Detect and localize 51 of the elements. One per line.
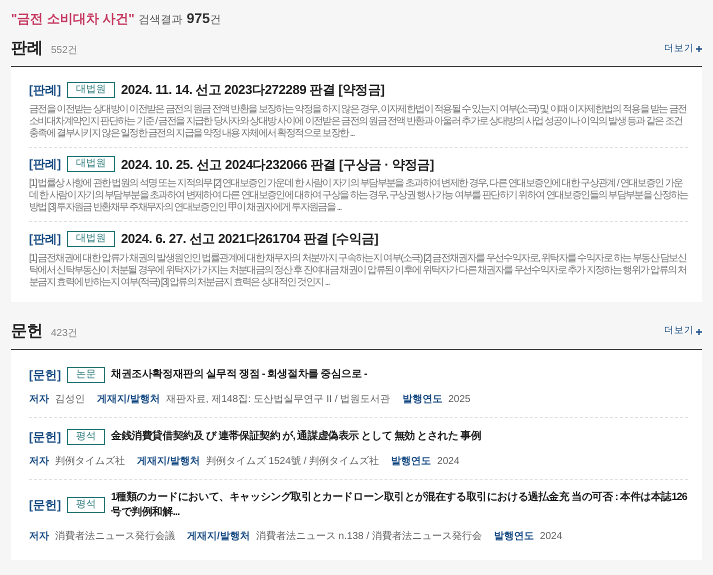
meta-label: 발행연도 bbox=[391, 454, 432, 468]
plus-icon bbox=[696, 46, 702, 52]
meta-value: 判例タイムズ社 bbox=[55, 454, 125, 468]
meta-label: 발행연도 bbox=[494, 530, 534, 544]
search-query: "금전 소비대차 사건" bbox=[11, 10, 135, 28]
result-title[interactable]: 채권조사확정재판의 실무적 쟁점 - 회생절차를 중심으로 - bbox=[111, 366, 367, 382]
category-tag: [문헌] bbox=[29, 496, 61, 514]
result-title[interactable]: 金銭消費貸借契約及 び 連帯保証契約 が, 通謀虚偽表示 として 無効 とされた 事例 bbox=[111, 428, 482, 444]
category-tag: [판례] bbox=[29, 80, 61, 99]
category-tag: [판례] bbox=[29, 155, 61, 174]
category-tag: [문헌] bbox=[29, 428, 61, 446]
category-tag: [판례] bbox=[29, 230, 61, 248]
court-badge: 논문 bbox=[67, 366, 105, 382]
meta-value: 재판자료, 제148집: 도산법실무연구 II / 법원도서관 bbox=[166, 392, 390, 406]
meta-label: 게재지/발행처 bbox=[137, 454, 200, 468]
category-tag: [문헌] bbox=[29, 366, 61, 384]
court-badge: 대법원 bbox=[67, 156, 115, 172]
meta-label: 게재지/발행처 bbox=[97, 392, 160, 406]
meta-value: 消費者法ニュース n.138 / 消費者法ニュース発行会 bbox=[256, 530, 482, 544]
result-snippet: 금전을 이전받는 상대방이 이전받은 금전의 원금 전액 반환을 보장하는 약정을 하지 않은 경우, 이자제한법이 적용될 수 있는지 여부(소극) 및 이때 이자제한법의 적용을 받는 금전소비대차계약인지 판단하는 기준 / 금전을 지급한 당사자와 상대방 사이에 이전받은 금전의 원금 전액 반환과 아울러 추가로 상대방의 사업 성공이나 이익의 발생 등과 같은 조건충족에 결부시키지 않은 일정한 금전의 지급을 약정 내용 자체에서 확정적으로 보장한 ... bbox=[29, 104, 688, 140]
result-title[interactable]: 1種類のカードにおいて、キャッシング取引とカードローン取引とが混在する取引における過払金充 当の可否 : 本件は本誌126号で判例和解... bbox=[111, 490, 688, 521]
result-snippet: [1] 금전채권에 대한 압류가 채권의 발생원인인 법률관계에 대한 채무자의 처분까지 구속하는지 여부(소극) [2] 금전채권자를 우선수익자로, 위탁자를 수익자로 하는 부동산 담보신탁에서 신탁부동산이 처분될 경우에 위탁자가 가지는 처분대금의 정산 후 잔여대금 채권이 압류된 이후에 위탁자가 다른 채권자를 우선수익자로 추가 지정하는 행위가 압류의 처분금지 효력에 반하는지 여부(적극) [3] 압류의 처분금지 효력은 상대적인 것인지 ... bbox=[29, 252, 688, 288]
meta-label: 저자 bbox=[29, 392, 49, 406]
result-title[interactable]: 2024. 10. 25. 선고 2024다232066 판결 [구상금 · 약정금] bbox=[121, 154, 434, 174]
result-title[interactable]: 2024. 11. 14. 선고 2023다272289 판결 [약정금] bbox=[121, 80, 384, 100]
result-title[interactable]: 2024. 6. 27. 선고 2021다261704 판결 [수익금] bbox=[121, 229, 378, 248]
more-link[interactable]: 더보기 bbox=[664, 42, 702, 56]
court-badge: 평석 bbox=[67, 428, 105, 444]
meta-label: 발행연도 bbox=[402, 392, 442, 406]
section-count: 423건 bbox=[51, 326, 78, 340]
result-count: 975 bbox=[186, 9, 210, 28]
court-badge: 대법원 bbox=[67, 230, 115, 247]
meta-value: 2025 bbox=[448, 392, 470, 406]
meta-label: 저자 bbox=[29, 530, 49, 544]
meta-label: 저자 bbox=[29, 454, 49, 468]
plus-icon bbox=[696, 328, 702, 334]
meta-value: 김성인 bbox=[55, 392, 85, 406]
meta-value: 2024 bbox=[540, 530, 562, 544]
result-label: 검색결과 bbox=[138, 13, 183, 28]
meta-label: 게재지/발행처 bbox=[187, 530, 250, 544]
section-title: 판례 bbox=[11, 39, 43, 59]
meta-value: 判例タイムズ 1524號 / 判例タイムズ社 bbox=[206, 454, 380, 468]
court-badge: 평석 bbox=[67, 497, 105, 514]
section-title: 문헌 bbox=[11, 322, 43, 342]
meta-value: 2024 bbox=[437, 454, 460, 468]
count-unit: 건 bbox=[210, 13, 221, 28]
more-link[interactable]: 더보기 bbox=[664, 324, 702, 339]
result-snippet: [1] 법률상 사항에 관한 법원의 석명 또는 지적의무 [2] 연대보증인 가운데 한 사람이 자기의 부담부분을 초과하여 변제한 경우, 다른 연대보증인에 대한 구상관계 / 연대보증인 가운데 한 사람이 자기의 부담부분을 초과하여 변제하여 다른 연대보증인에 대하여 구상을 하는 경우, 구상권 행사 가능 여부를 판단하기 위하여 연대보증인들의 부담부분을 산정하는 방법 [3] 투자원금 반환채무 주채무자의 연대보증인인 甲이 채권자에게 투자원금을 ... bbox=[29, 178, 688, 214]
court-badge: 대법원 bbox=[67, 82, 115, 98]
meta-value: 消費者法ニュース発行会議 bbox=[55, 530, 175, 544]
section-count: 552건 bbox=[51, 44, 78, 58]
